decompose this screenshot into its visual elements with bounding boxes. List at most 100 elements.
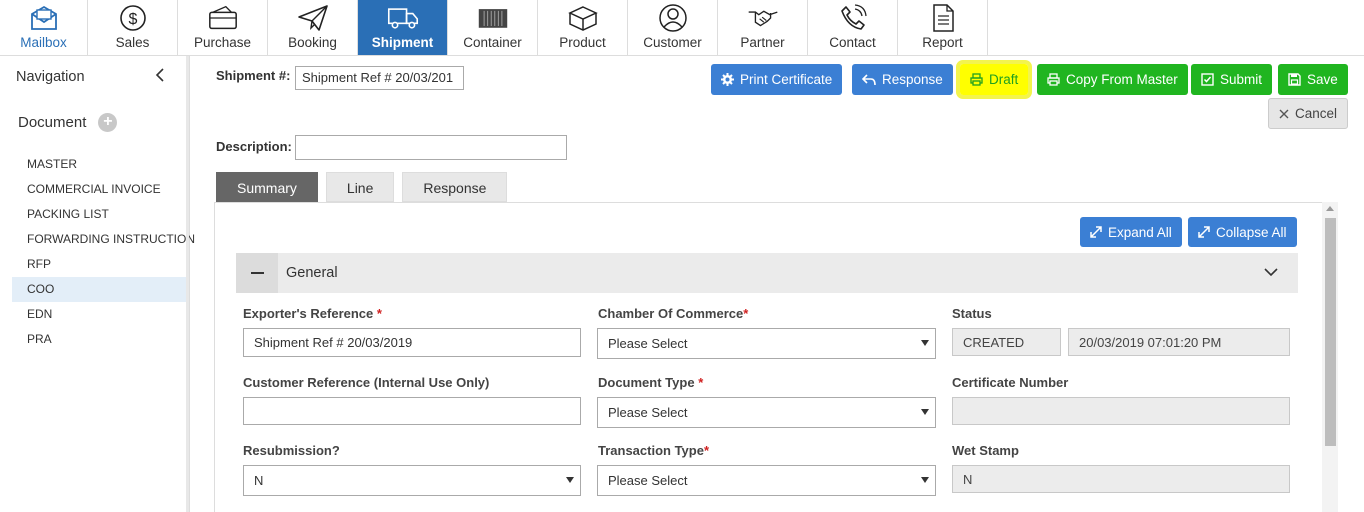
sidebar-item-pra[interactable]: PRA	[12, 327, 187, 352]
shipment-number-input[interactable]: Shipment Ref # 20/03/201	[295, 66, 464, 90]
nav-sales-label: Sales	[115, 35, 150, 50]
resubmission-value: N	[254, 473, 264, 488]
sidebar-item-master[interactable]: MASTER	[12, 152, 187, 177]
truck-icon	[387, 3, 419, 33]
print-certificate-label: Print Certificate	[740, 72, 833, 87]
sidebar-header: Navigation	[0, 56, 189, 98]
svg-text:$: $	[128, 11, 137, 28]
nav-purchase[interactable]: Purchase	[178, 0, 268, 55]
nav-report-label: Report	[922, 35, 963, 50]
document-type-value: Please Select	[608, 405, 688, 420]
tab-response[interactable]: Response	[402, 172, 508, 202]
document-type-select[interactable]: Please Select	[597, 397, 936, 428]
submit-button[interactable]: Submit	[1191, 64, 1273, 95]
wet-stamp-value: N	[952, 465, 1290, 493]
gear-icon	[721, 73, 734, 86]
customer-reference-label: Customer Reference (Internal Use Only)	[243, 375, 490, 390]
print-certificate-button[interactable]: Print Certificate	[711, 64, 843, 95]
sidebar-item-edn[interactable]: EDN	[12, 302, 187, 327]
printer-icon	[970, 73, 983, 86]
close-icon	[1279, 109, 1289, 119]
sidebar-document-list: MASTER COMMERCIAL INVOICE PACKING LIST F…	[0, 152, 195, 352]
nav-partner-label: Partner	[740, 35, 785, 50]
expand-icon	[1090, 226, 1102, 238]
nav-mailbox[interactable]: Mailbox	[0, 0, 88, 55]
customer-reference-input[interactable]	[243, 397, 581, 425]
exporters-reference-input[interactable]: Shipment Ref # 20/03/2019	[243, 328, 581, 357]
tab-bar: Summary Line Response	[216, 172, 515, 202]
nav-customer-label: Customer	[643, 35, 702, 50]
tab-line[interactable]: Line	[325, 172, 395, 202]
nav-contact[interactable]: Contact	[808, 0, 898, 55]
transaction-type-select[interactable]: Please Select	[597, 465, 936, 496]
tab-summary[interactable]: Summary	[216, 172, 318, 202]
draft-button[interactable]: Draft	[955, 60, 1033, 99]
nav-purchase-label: Purchase	[193, 35, 252, 50]
user-icon	[657, 3, 689, 33]
reply-icon	[862, 73, 876, 86]
scroll-up-arrow-icon[interactable]	[1326, 206, 1334, 211]
collapse-all-button[interactable]: Collapse All	[1188, 217, 1297, 247]
nav-shipment[interactable]: Shipment	[358, 0, 448, 55]
sidebar-item-rfp[interactable]: RFP	[12, 252, 187, 277]
dropdown-caret-icon	[921, 477, 929, 483]
nav-product[interactable]: Product	[538, 0, 628, 55]
dropdown-caret-icon	[921, 340, 929, 346]
sidebar-item-commercial-invoice[interactable]: COMMERCIAL INVOICE	[12, 177, 187, 202]
description-label: Description:	[216, 139, 292, 154]
cancel-button[interactable]: Cancel	[1268, 98, 1349, 129]
save-button[interactable]: Save	[1278, 64, 1348, 95]
status-value: CREATED	[952, 328, 1061, 356]
nav-shipment-label: Shipment	[371, 35, 434, 50]
nav-contact-label: Contact	[829, 35, 876, 50]
top-navigation: Mailbox $ Sales Purchase Booking Shipmen…	[0, 0, 1364, 56]
sidebar-document-title: Document	[18, 113, 87, 131]
response-button[interactable]: Response	[852, 64, 953, 95]
floppy-disk-icon	[1288, 73, 1301, 86]
sidebar-item-packing-list[interactable]: PACKING LIST	[12, 202, 187, 227]
panel-scrollbar[interactable]	[1322, 202, 1338, 512]
description-input[interactable]	[295, 135, 567, 160]
collapse-all-label: Collapse All	[1216, 224, 1287, 240]
expand-all-label: Expand All	[1108, 224, 1172, 240]
shipment-number-label: Shipment #:	[216, 68, 291, 83]
status-datetime: 20/03/2019 07:01:20 PM	[1068, 328, 1290, 356]
nav-sales[interactable]: $ Sales	[88, 0, 178, 55]
status-label: Status	[952, 306, 992, 321]
document-type-label: Document Type *	[598, 375, 704, 390]
envelope-icon	[28, 3, 60, 33]
container-icon	[477, 3, 509, 33]
expand-all-button[interactable]: Expand All	[1080, 217, 1182, 247]
chevron-left-icon[interactable]	[155, 67, 165, 87]
general-section-header[interactable]: General	[236, 253, 1298, 293]
chamber-of-commerce-select[interactable]: Please Select	[597, 328, 936, 359]
nav-partner[interactable]: Partner	[718, 0, 808, 55]
resubmission-label: Resubmission?	[243, 443, 340, 458]
add-document-icon[interactable]: +	[98, 112, 118, 132]
nav-customer[interactable]: Customer	[628, 0, 718, 55]
sidebar-item-coo[interactable]: COO	[12, 277, 187, 302]
exporters-reference-label: Exporter's Reference *	[243, 306, 382, 321]
collapse-section-icon[interactable]	[236, 253, 278, 293]
general-section-title: General	[286, 265, 338, 281]
chevron-down-icon[interactable]	[1264, 265, 1278, 280]
scrollbar-thumb[interactable]	[1325, 218, 1336, 446]
document-icon	[927, 3, 959, 33]
nav-booking[interactable]: Booking	[268, 0, 358, 55]
nav-container[interactable]: Container	[448, 0, 538, 55]
wallet-icon	[207, 3, 239, 33]
handshake-icon	[747, 3, 779, 33]
paper-plane-icon	[297, 3, 329, 33]
dollar-icon: $	[117, 3, 149, 33]
sidebar-item-forwarding-instruction[interactable]: FORWARDING INSTRUCTION	[12, 227, 195, 252]
main-content: Shipment #: Shipment Ref # 20/03/201 Des…	[200, 56, 1364, 512]
resubmission-select[interactable]: N	[243, 465, 581, 496]
nav-report[interactable]: Report	[898, 0, 988, 55]
sidebar-scrollbar[interactable]	[186, 56, 189, 512]
nav-booking-label: Booking	[288, 35, 337, 50]
copy-from-master-button[interactable]: Copy From Master	[1037, 64, 1188, 95]
phone-icon	[837, 3, 869, 33]
printer-icon	[1047, 73, 1060, 86]
submit-label: Submit	[1220, 72, 1263, 87]
transaction-type-value: Please Select	[608, 473, 688, 488]
